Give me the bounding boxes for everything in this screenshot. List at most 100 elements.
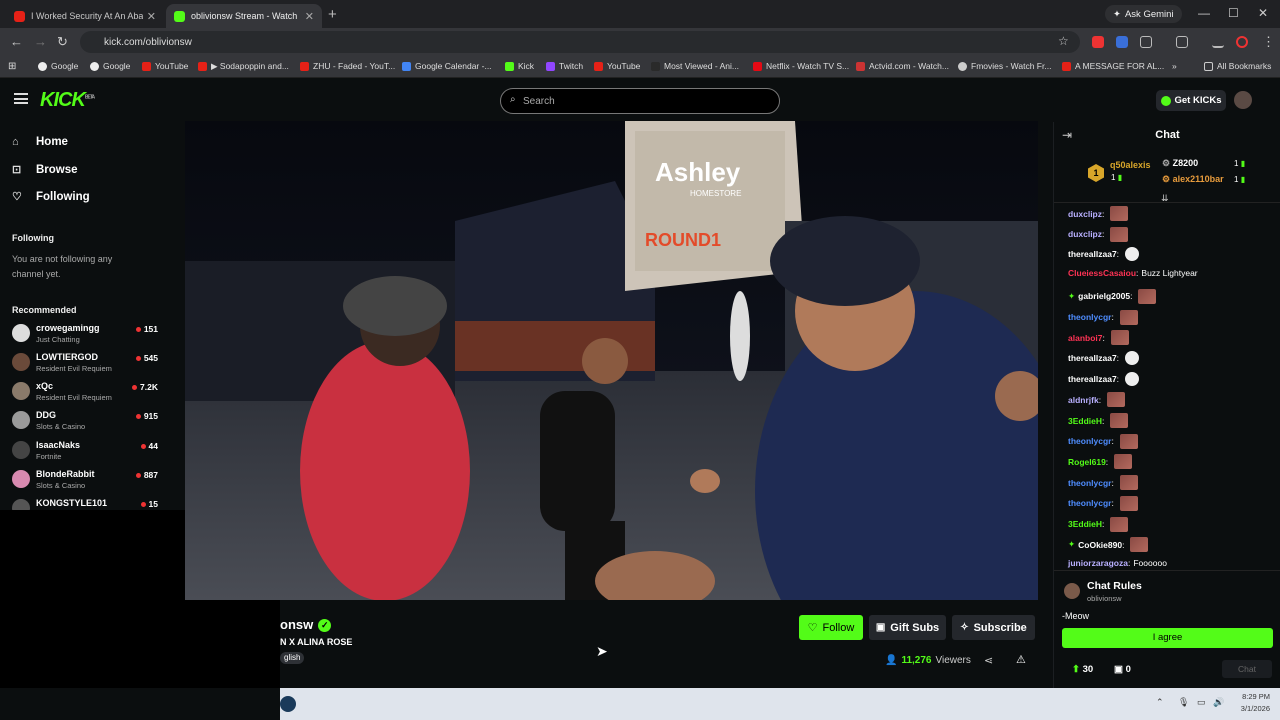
chat-send-button[interactable]: Chat: [1222, 660, 1272, 678]
bookmark-label: Google Calendar -...: [415, 61, 492, 71]
minimize-icon[interactable]: —: [1198, 6, 1210, 20]
chat-username[interactable]: gabrielg2005: [1078, 291, 1130, 301]
bookmark-item[interactable]: YouTube: [142, 61, 188, 71]
bookmark-item[interactable]: Google: [38, 61, 78, 71]
close-window-icon[interactable]: ✕: [1258, 6, 1268, 20]
sidebar-item-label: Home: [36, 136, 68, 148]
extension-icon[interactable]: [1116, 36, 1128, 48]
colon: :: [1102, 332, 1105, 343]
bookmark-item[interactable]: Kick: [505, 61, 534, 71]
recommended-channel[interactable]: DDG Slots & Casino 915: [12, 410, 162, 436]
more-menu-icon[interactable]: ⋮: [1262, 34, 1275, 50]
user-avatar[interactable]: [1234, 91, 1252, 109]
chat-username[interactable]: juniorzaragoza: [1068, 558, 1128, 568]
recommended-channel[interactable]: KONGSTYLE101 15: [12, 498, 162, 510]
bookmark-item[interactable]: ZHU - Faded - YouT...: [300, 61, 395, 71]
chat-username[interactable]: duxclipz: [1068, 209, 1102, 219]
tray-chevron-icon[interactable]: ⌃: [1156, 697, 1164, 708]
chat-username[interactable]: thereallzaa7: [1068, 353, 1117, 363]
chat-username[interactable]: CoOkie890: [1078, 540, 1122, 550]
chat-username[interactable]: thereallzaa7: [1068, 249, 1117, 259]
kicks-counter[interactable]: ⬆ 30: [1072, 664, 1093, 675]
browser-tab-1[interactable]: I Worked Security At An Aband ✕: [6, 4, 164, 28]
bookmarks-overflow-icon[interactable]: »: [1172, 61, 1177, 71]
bookmark-label: ▶ Sodapoppin and...: [211, 61, 289, 71]
share-icon[interactable]: ⋖: [984, 654, 993, 667]
get-kicks-button[interactable]: Get KICKs: [1156, 90, 1226, 111]
video-player[interactable]: Ashley HOMESTORE ROUND1: [185, 121, 1038, 600]
bookmark-label: Google: [51, 61, 79, 71]
follow-button[interactable]: ♡ Follow: [799, 615, 863, 640]
recommended-channel[interactable]: BlondeRabbit Slots & Casino 887: [12, 469, 162, 495]
sidebar-item-home[interactable]: ⌂ Home: [12, 136, 68, 148]
chat-username[interactable]: Rogel619: [1068, 457, 1106, 467]
star-icon[interactable]: ☆: [1058, 34, 1069, 48]
sidebar-item-browse[interactable]: ⊡ Browse: [12, 163, 78, 177]
back-icon[interactable]: ←: [10, 34, 23, 49]
channel-name[interactable]: onsw ✓: [280, 617, 332, 632]
chat-username[interactable]: duxclipz: [1068, 229, 1102, 239]
url-field[interactable]: kick.com/oblivionsw: [80, 31, 1080, 53]
bookmark-item[interactable]: Google Calendar -...: [402, 61, 492, 71]
search-input[interactable]: ⌕ Search: [500, 88, 780, 114]
leaderboard-user[interactable]: q50alexis: [1110, 160, 1151, 170]
browser-tab-2[interactable]: oblivionsw Stream - Watch ✕: [166, 4, 322, 28]
extensions-puzzle-icon[interactable]: [1140, 36, 1152, 48]
maximize-icon[interactable]: ☐: [1228, 6, 1239, 20]
recommended-channel[interactable]: LOWTIERGOD Resident Evil Requiem 545: [12, 352, 162, 378]
leaderboard-user[interactable]: ⚙ alex2110bar: [1162, 174, 1224, 185]
bookmark-item[interactable]: Netflix - Watch TV S...: [753, 61, 849, 71]
leaderboard-user[interactable]: ⚙ Z8200: [1162, 158, 1198, 169]
sidebar-item-following[interactable]: ♡ Following: [12, 190, 90, 204]
chat-username[interactable]: theonlycgr: [1068, 478, 1111, 488]
bookmark-label: A MESSAGE FOR AL...: [1075, 61, 1165, 71]
ask-gemini-button[interactable]: ✦ Ask Gemini: [1105, 5, 1182, 23]
volume-icon[interactable]: 🔊: [1213, 697, 1224, 708]
bookmark-item[interactable]: A MESSAGE FOR AL...: [1062, 61, 1164, 71]
agree-button[interactable]: I agree: [1062, 628, 1273, 648]
recommended-channel[interactable]: xQc Resident Evil Requiem 7.2K: [12, 381, 162, 407]
recommended-channel[interactable]: crowegamingg Just Chatting 151: [12, 323, 162, 349]
chat-username[interactable]: theonlycgr: [1068, 498, 1111, 508]
language-tag[interactable]: glish: [280, 652, 305, 664]
chat-username[interactable]: aldnrjfk: [1068, 395, 1099, 405]
chat-username[interactable]: theonlycgr: [1068, 436, 1111, 446]
extension-icon[interactable]: [1092, 36, 1104, 48]
chat-username[interactable]: 3EddieH: [1068, 519, 1102, 529]
steam-icon[interactable]: [280, 696, 296, 712]
all-bookmarks-button[interactable]: All Bookmarks: [1204, 61, 1271, 71]
colon: :: [1102, 519, 1105, 529]
gift-counter[interactable]: ▣ 0: [1114, 664, 1131, 675]
cast-icon[interactable]: [1176, 36, 1188, 48]
kick-logo[interactable]: KICKBETA: [40, 89, 95, 112]
chat-username[interactable]: ClueiessCasaiou: [1068, 268, 1136, 278]
network-icon[interactable]: ▭: [1197, 697, 1206, 708]
forward-icon[interactable]: →: [34, 34, 47, 49]
bookmark-item[interactable]: Google: [90, 61, 130, 71]
viewers-icon: 👤: [885, 655, 898, 666]
apps-grid-icon[interactable]: ⊞: [8, 61, 16, 72]
new-tab-icon[interactable]: +: [328, 6, 337, 23]
tab-title: I Worked Security At An Aband: [31, 11, 143, 21]
subscribe-button[interactable]: ✧ Subscribe: [952, 615, 1035, 640]
close-icon[interactable]: ✕: [305, 10, 314, 23]
bookmark-item[interactable]: YouTube: [594, 61, 640, 71]
bookmark-item[interactable]: ▶ Sodapoppin and...: [198, 61, 289, 72]
profile-icon[interactable]: [1236, 36, 1248, 48]
bookmark-item[interactable]: Fmovies - Watch Fr...: [958, 61, 1051, 71]
microphone-icon[interactable]: 🎙: [1178, 697, 1189, 708]
hamburger-menu-icon[interactable]: [14, 93, 28, 104]
bookmark-item[interactable]: Most Viewed - Ani...: [651, 61, 739, 71]
bookmark-item[interactable]: Twitch: [546, 61, 583, 71]
recommended-channel[interactable]: IsaacNaks Fortnite 44: [12, 440, 162, 466]
chat-username[interactable]: theonlycgr: [1068, 312, 1111, 322]
gift-subs-button[interactable]: ▣ Gift Subs: [869, 615, 946, 640]
close-icon[interactable]: ✕: [147, 10, 156, 23]
report-icon[interactable]: ⚠: [1016, 653, 1026, 666]
downloads-icon[interactable]: [1212, 36, 1224, 48]
chat-username[interactable]: alanboi7: [1068, 333, 1102, 343]
reload-icon[interactable]: ↻: [57, 34, 68, 50]
chat-username[interactable]: 3EddieH: [1068, 416, 1102, 426]
chat-username[interactable]: thereallzaa7: [1068, 374, 1117, 384]
bookmark-item[interactable]: Actvid.com - Watch...: [856, 61, 949, 71]
